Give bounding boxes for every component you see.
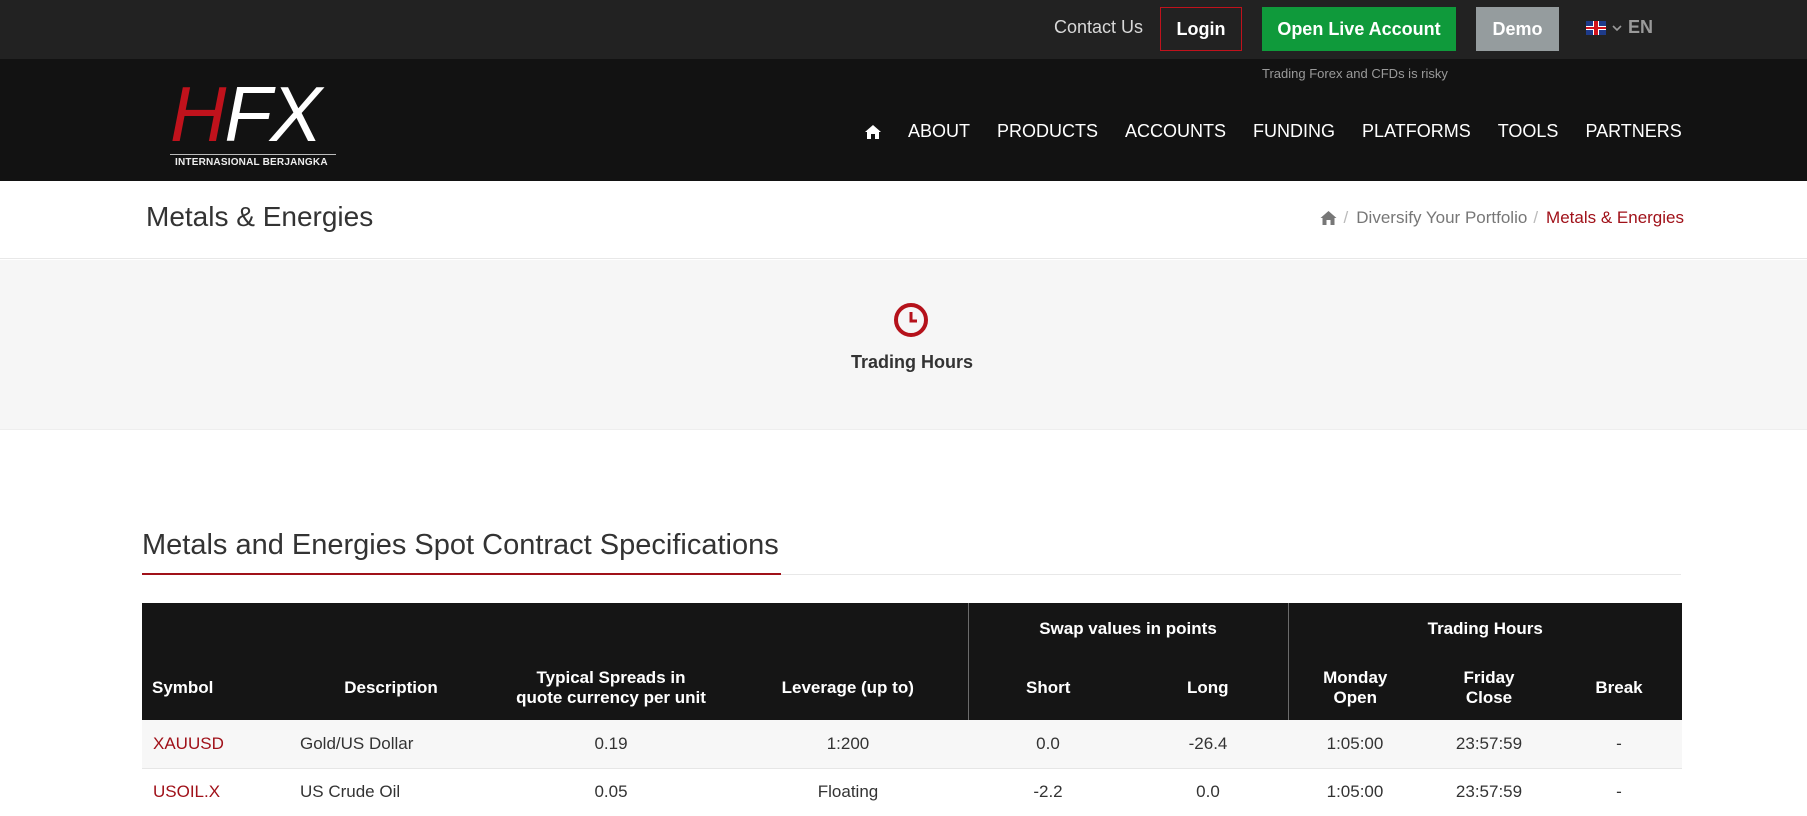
cell-monday: 1:05:00 — [1288, 768, 1422, 816]
nav-products[interactable]: PRODUCTS — [997, 121, 1098, 142]
uk-flag-icon — [1586, 20, 1606, 35]
cell-long: 0.0 — [1128, 768, 1288, 816]
main-nav: ABOUT PRODUCTS ACCOUNTS FUNDING PLATFORM… — [864, 121, 1709, 142]
header-spacer — [142, 603, 968, 655]
cell-spread: 0.05 — [494, 768, 728, 816]
breadcrumb: / Diversify Your Portfolio / Metals & En… — [1319, 208, 1684, 228]
nav-partners[interactable]: PARTNERS — [1585, 121, 1681, 142]
language-selector[interactable]: EN — [1586, 17, 1653, 38]
cell-description: US Crude Oil — [288, 768, 494, 816]
nav-funding[interactable]: FUNDING — [1253, 121, 1335, 142]
demo-button[interactable]: Demo — [1476, 7, 1559, 51]
cell-short: -2.2 — [968, 768, 1128, 816]
clock-icon[interactable] — [893, 302, 929, 338]
top-bar: Contact Us Login Open Live Account Demo … — [0, 0, 1807, 59]
cell-long: -26.4 — [1128, 720, 1288, 769]
header-symbol: Symbol — [142, 655, 288, 720]
logo-subtitle: INTERNASIONAL BERJANGKA — [175, 157, 328, 168]
breadcrumb-diversify[interactable]: Diversify Your Portfolio — [1356, 208, 1527, 228]
nav-about[interactable]: ABOUT — [908, 121, 970, 142]
language-label: EN — [1628, 17, 1654, 37]
cell-symbol[interactable]: XAUUSD — [142, 720, 288, 769]
contract-spec-table: Swap values in points Trading Hours Symb… — [142, 603, 1682, 816]
contact-us-link[interactable]: Contact Us — [1054, 17, 1143, 38]
cell-short: 0.0 — [968, 720, 1128, 769]
cell-spread: 0.19 — [494, 720, 728, 769]
header-long: Long — [1128, 655, 1288, 720]
chevron-down-icon — [1612, 24, 1622, 31]
header-short: Short — [967, 655, 1128, 720]
nav-accounts[interactable]: ACCOUNTS — [1125, 121, 1226, 142]
risk-warning: Trading Forex and CFDs is risky — [1262, 66, 1448, 81]
cell-break: - — [1556, 768, 1682, 816]
header-friday-close: Friday Close — [1422, 655, 1556, 720]
cell-description: Gold/US Dollar — [288, 720, 494, 769]
table-row: USOIL.X US Crude Oil 0.05 Floating -2.2 … — [142, 768, 1682, 816]
header-monday-open: Monday Open — [1287, 655, 1422, 720]
spec-section-title: Metals and Energies Spot Contract Specif… — [142, 529, 779, 561]
trading-hours-band: Trading Hours — [0, 260, 1807, 430]
nav-tools[interactable]: TOOLS — [1498, 121, 1559, 142]
cell-leverage: Floating — [728, 768, 968, 816]
nav-platforms[interactable]: PLATFORMS — [1362, 121, 1471, 142]
cell-friday: 23:57:59 — [1422, 720, 1556, 769]
header-swap-group: Swap values in points — [967, 603, 1288, 655]
header-break: Break — [1556, 655, 1682, 720]
header-hours-group: Trading Hours — [1287, 603, 1682, 655]
logo-wordmark: HFX — [170, 70, 322, 158]
main-header: Trading Forex and CFDs is risky HFX INTE… — [0, 59, 1807, 181]
header-description: Description — [288, 655, 494, 720]
spec-title-rule — [781, 574, 1681, 575]
spec-title-underline — [142, 573, 781, 575]
home-icon[interactable] — [864, 123, 882, 141]
cell-break: - — [1556, 720, 1682, 769]
open-live-account-button[interactable]: Open Live Account — [1262, 7, 1456, 51]
cell-symbol[interactable]: USOIL.X — [142, 768, 288, 816]
hfx-logo[interactable]: HFX INTERNASIONAL BERJANGKA — [170, 70, 336, 168]
cell-monday: 1:05:00 — [1288, 720, 1422, 769]
cell-leverage: 1:200 — [728, 720, 968, 769]
page-title-bar: Metals & Energies / Diversify Your Portf… — [0, 181, 1807, 259]
header-spreads: Typical Spreads in quote currency per uni… — [494, 655, 728, 720]
header-leverage: Leverage (up to) — [728, 655, 968, 720]
breadcrumb-current: Metals & Energies — [1546, 208, 1684, 227]
page-title: Metals & Energies — [146, 201, 374, 232]
cell-friday: 23:57:59 — [1422, 768, 1556, 816]
login-button[interactable]: Login — [1160, 7, 1242, 51]
trading-hours-link[interactable]: Trading Hours — [0, 352, 1807, 373]
home-icon[interactable] — [1319, 209, 1338, 227]
table-row: XAUUSD Gold/US Dollar 0.19 1:200 0.0 -26… — [142, 720, 1682, 769]
